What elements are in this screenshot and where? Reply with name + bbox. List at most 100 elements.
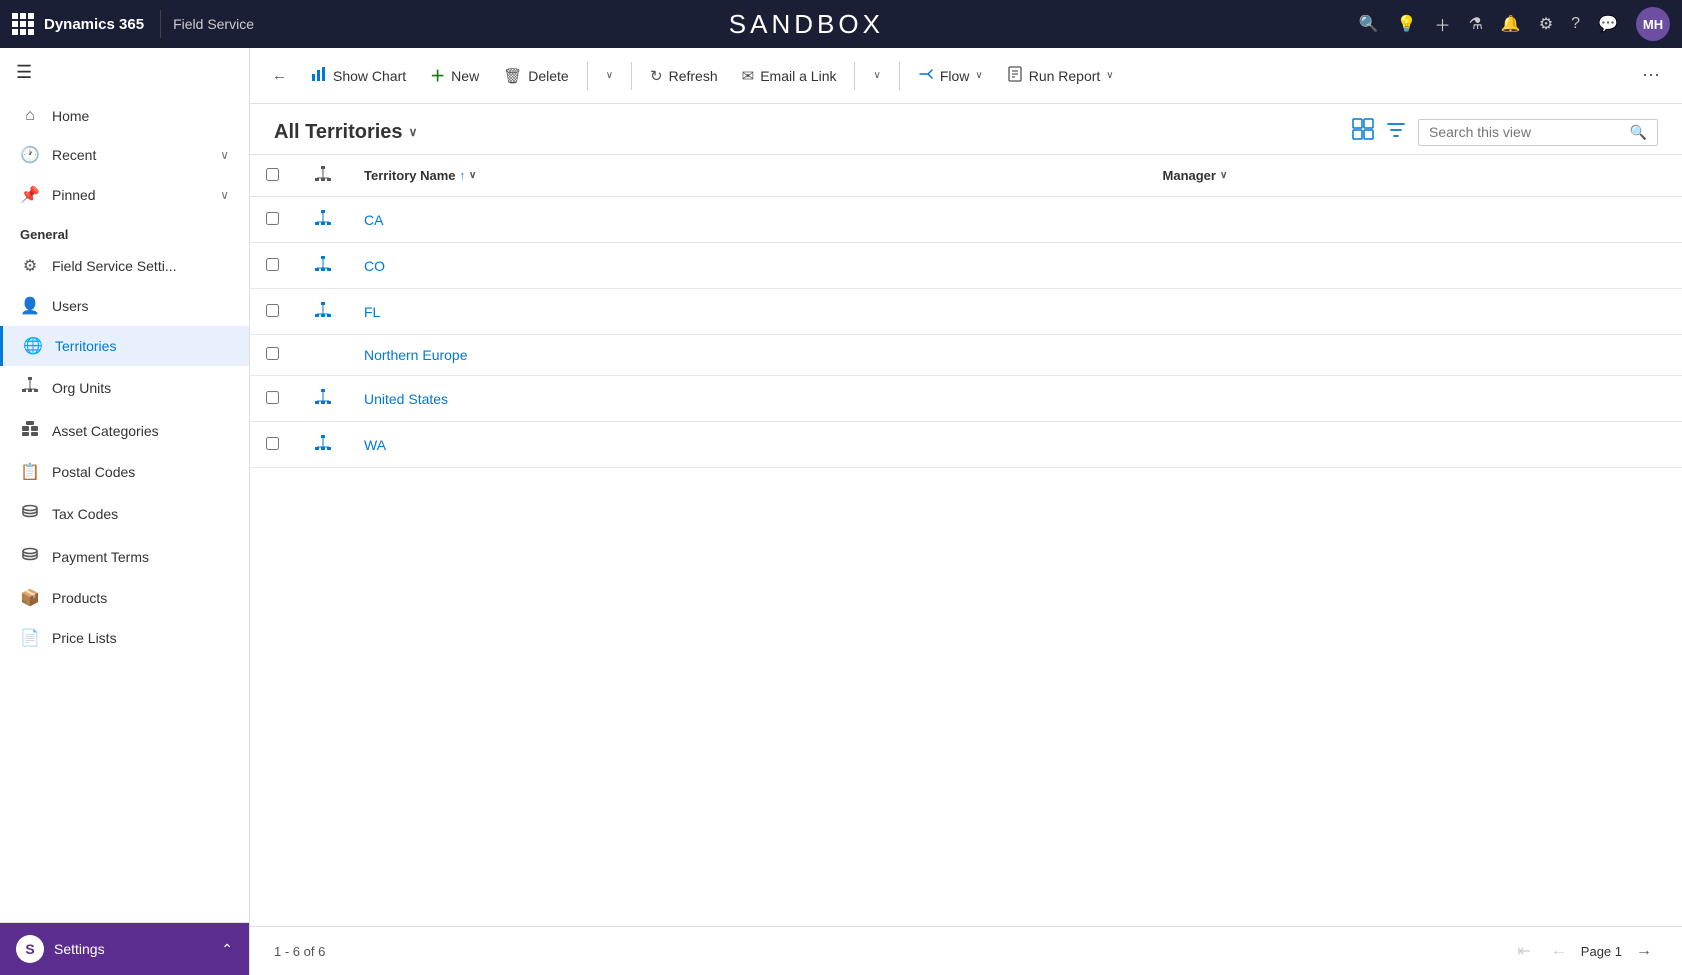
show-chart-button[interactable]: Show Chart xyxy=(301,60,416,92)
app-grid-menu[interactable] xyxy=(12,13,34,35)
sidebar-item-users[interactable]: 👤 Users xyxy=(0,286,249,326)
territory-name-link[interactable]: WA xyxy=(364,437,386,453)
sidebar-item-territories[interactable]: 🌐 Territories xyxy=(0,326,249,366)
users-icon: 👤 xyxy=(20,296,40,316)
row-icon-cell xyxy=(298,335,348,376)
territory-name-link[interactable]: CO xyxy=(364,258,385,274)
sidebar-item-products[interactable]: 📦 Products xyxy=(0,578,249,618)
select-all-checkbox[interactable] xyxy=(266,168,279,181)
view-title-chevron: ∨ xyxy=(409,125,418,139)
row-checkbox-cell xyxy=(250,243,298,289)
territory-name-link[interactable]: United States xyxy=(364,391,448,407)
sidebar-item-tax-codes-label: Tax Codes xyxy=(52,506,118,522)
expand-button-2[interactable]: ∨ xyxy=(863,64,890,87)
row-checkbox[interactable] xyxy=(266,347,279,360)
add-icon[interactable]: ＋ xyxy=(1435,12,1451,36)
asset-categories-icon xyxy=(20,419,40,442)
back-button[interactable]: ← xyxy=(262,61,297,90)
col-territory-chevron[interactable]: ∨ xyxy=(469,170,476,181)
bell-icon[interactable]: 🔔 xyxy=(1501,14,1521,34)
territory-name-link[interactable]: Northern Europe xyxy=(364,347,468,363)
sidebar-item-field-service-settings[interactable]: ⚙ Field Service Setti... xyxy=(0,246,249,286)
sidebar-item-postal-codes[interactable]: 📋 Postal Codes xyxy=(0,452,249,492)
expand-button[interactable]: ∨ xyxy=(596,64,623,87)
sidebar-item-payment-terms[interactable]: Payment Terms xyxy=(0,535,249,578)
search-input[interactable] xyxy=(1429,124,1622,140)
row-checkbox[interactable] xyxy=(266,304,279,317)
row-checkbox[interactable] xyxy=(266,391,279,404)
tax-codes-icon xyxy=(20,502,40,525)
flow-button[interactable]: Flow ∨ xyxy=(908,60,993,92)
settings-label: Settings xyxy=(54,941,105,957)
chat-icon[interactable]: 💬 xyxy=(1598,14,1618,34)
search-box-icon[interactable]: 🔍 xyxy=(1630,124,1647,141)
sidebar-item-tax-codes[interactable]: Tax Codes xyxy=(0,492,249,535)
delete-button[interactable]: 🗑 Delete xyxy=(493,61,579,91)
home-icon: ⌂ xyxy=(20,107,40,125)
row-checkbox-cell xyxy=(250,289,298,335)
lightbulb-icon[interactable]: 💡 xyxy=(1397,14,1417,34)
sidebar-footer-settings[interactable]: S Settings ⌃ xyxy=(0,922,249,975)
pagination: ⇤ ← Page 1 → xyxy=(1511,937,1658,965)
view-title[interactable]: All Territories ∨ xyxy=(274,121,417,144)
recent-icon: 🕐 xyxy=(20,145,40,165)
sidebar-item-org-units-label: Org Units xyxy=(52,380,111,396)
sidebar-item-home[interactable]: ⌂ Home xyxy=(0,97,249,135)
first-page-button[interactable]: ⇤ xyxy=(1511,937,1536,965)
sidebar-item-org-units[interactable]: Org Units xyxy=(0,366,249,409)
territory-name-link[interactable]: FL xyxy=(364,304,380,320)
filter-icon[interactable]: ⚗ xyxy=(1469,14,1483,34)
sidebar-item-recent-label: Recent xyxy=(52,147,96,163)
col-manager[interactable]: Manager ∨ xyxy=(1147,155,1682,197)
row-checkbox-cell xyxy=(250,197,298,243)
sidebar-hamburger[interactable]: ☰ xyxy=(0,48,249,97)
settings-gear-icon: ⚙ xyxy=(20,256,40,276)
row-territory-name: Northern Europe xyxy=(348,335,1147,376)
top-nav-icons: 🔍 💡 ＋ ⚗ 🔔 ⚙ ? 💬 MH xyxy=(1359,7,1670,41)
refresh-icon: ↻ xyxy=(650,67,663,85)
sidebar-item-price-lists[interactable]: 📄 Price Lists xyxy=(0,618,249,658)
new-button[interactable]: ＋ New xyxy=(420,59,489,92)
run-report-label: Run Report xyxy=(1029,68,1101,84)
sidebar-item-asset-cat-label: Asset Categories xyxy=(52,423,159,439)
search-icon[interactable]: 🔍 xyxy=(1359,14,1379,34)
view-toggle-icon[interactable] xyxy=(1352,118,1374,146)
refresh-button[interactable]: ↻ Refresh xyxy=(640,61,728,91)
view-filter-icon[interactable] xyxy=(1386,120,1406,145)
row-checkbox-cell xyxy=(250,335,298,376)
row-territory-name: WA xyxy=(348,422,1147,468)
view-title-text: All Territories xyxy=(274,121,403,144)
territory-name-link[interactable]: CA xyxy=(364,212,383,228)
sidebar-item-price-lists-label: Price Lists xyxy=(52,630,117,646)
row-checkbox[interactable] xyxy=(266,437,279,450)
row-checkbox[interactable] xyxy=(266,258,279,271)
expand-icon: ∨ xyxy=(606,70,613,81)
email-link-button[interactable]: ✉ Email a Link xyxy=(732,61,847,91)
sidebar-item-recent[interactable]: 🕐 Recent ∨ xyxy=(0,135,249,175)
next-page-button[interactable]: → xyxy=(1630,938,1658,964)
user-avatar[interactable]: MH xyxy=(1636,7,1670,41)
col-manager-chevron[interactable]: ∨ xyxy=(1220,170,1227,181)
search-box[interactable]: 🔍 xyxy=(1418,119,1658,146)
sidebar-item-asset-categories[interactable]: Asset Categories xyxy=(0,409,249,452)
new-label: New xyxy=(451,68,479,84)
main-layout: ☰ ⌂ Home 🕐 Recent ∨ 📌 Pinned ∨ General ⚙… xyxy=(0,48,1682,975)
row-checkbox[interactable] xyxy=(266,212,279,225)
row-manager xyxy=(1147,243,1682,289)
row-icon-cell xyxy=(298,197,348,243)
settings-icon[interactable]: ⚙ xyxy=(1539,14,1553,34)
help-icon[interactable]: ? xyxy=(1571,15,1580,33)
run-report-button[interactable]: Run Report ∨ xyxy=(997,60,1124,92)
flow-icon xyxy=(918,66,934,86)
sidebar-item-pinned[interactable]: 📌 Pinned ∨ xyxy=(0,175,249,215)
sidebar: ☰ ⌂ Home 🕐 Recent ∨ 📌 Pinned ∨ General ⚙… xyxy=(0,48,250,975)
table-row: United States xyxy=(250,376,1682,422)
row-manager xyxy=(1147,376,1682,422)
table-header-row: Territory Name ↑ ∨ Manager ∨ xyxy=(250,155,1682,197)
select-all-header[interactable] xyxy=(250,155,298,197)
env-label: SANDBOX xyxy=(254,9,1359,40)
flow-chevron: ∨ xyxy=(975,70,982,81)
col-territory-name[interactable]: Territory Name ↑ ∨ xyxy=(348,155,1147,197)
prev-page-button[interactable]: ← xyxy=(1545,938,1573,964)
more-options-button[interactable]: ⋯ xyxy=(1632,59,1670,92)
